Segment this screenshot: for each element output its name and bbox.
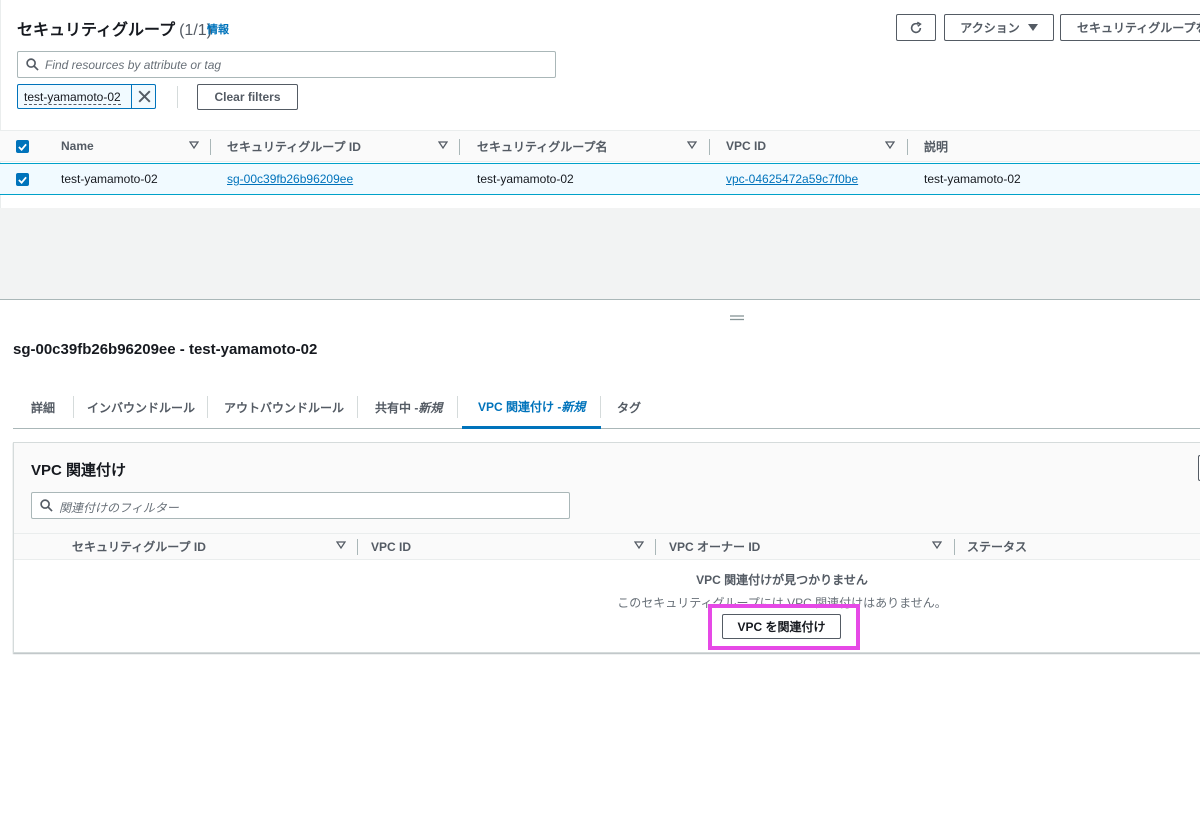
select-all-checkbox[interactable] <box>16 140 29 153</box>
column-header-sg-id[interactable]: セキュリティグループ ID <box>72 534 206 559</box>
vpc-associations-header: VPC 関連付け 関連付けのフィルター <box>14 443 1200 533</box>
row-checkbox[interactable] <box>16 173 29 186</box>
page-title: セキュリティグループ (1/1) <box>17 16 212 40</box>
caret-down-icon <box>1027 23 1038 31</box>
row-sg-name: test-yamamoto-02 <box>477 172 574 186</box>
info-link[interactable]: 情報 <box>207 21 229 37</box>
actions-label: アクション <box>960 21 1020 35</box>
tab-outbound-rules[interactable]: アウトバウンドルール <box>224 386 344 428</box>
column-header-vpc-owner-id[interactable]: VPC オーナー ID <box>669 534 760 559</box>
checkmark-icon <box>18 176 27 184</box>
tab-label: 共有中 - <box>375 400 419 415</box>
detail-tabs: 詳細 インバウンドルール アウトバウンドルール 共有中 - 新規 VPC 関連付… <box>13 386 1200 429</box>
column-header-status[interactable]: ステータス <box>967 534 1027 559</box>
search-icon <box>40 499 53 512</box>
vpc-associations-title: VPC 関連付け <box>31 462 127 479</box>
detail-title: sg-00c39fb26b96209ee - test-yamamoto-02 <box>13 341 318 358</box>
actions-dropdown-button[interactable]: アクション <box>944 14 1054 41</box>
filter-token-label[interactable]: test-yamamoto-02 <box>24 90 121 105</box>
create-security-group-button[interactable]: セキュリティグループを <box>1060 14 1200 41</box>
tab-label: アウトバウンドルール <box>224 400 345 415</box>
close-icon[interactable] <box>136 88 153 105</box>
row-sg-id-link[interactable]: sg-00c39fb26b96209ee <box>227 164 353 194</box>
tab-tags[interactable]: タグ <box>617 386 641 428</box>
tab-new-badge: 新規 <box>561 399 586 414</box>
security-groups-panel: セキュリティグループ (1/1) 情報 アクション セキュリティグループを Fin… <box>0 0 1200 300</box>
sort-icon[interactable] <box>438 140 448 150</box>
column-header-description[interactable]: 説明 <box>924 131 948 161</box>
vpc-associations-panel: VPC 関連付け 関連付けのフィルター セキュリティグループ ID VPC ID… <box>13 442 1200 653</box>
tab-inbound-rules[interactable]: インバウンドルール <box>87 386 195 428</box>
sort-icon[interactable] <box>336 540 346 550</box>
column-header-sg-name[interactable]: セキュリティグループ名 <box>477 131 608 161</box>
search-icon <box>26 58 39 71</box>
associate-vpc-button[interactable]: VPC を関連付け <box>722 614 841 639</box>
row-vpc-id-link[interactable]: vpc-04625472a59c7f0be <box>726 164 858 194</box>
sort-icon[interactable] <box>932 540 942 550</box>
association-filter-placeholder: 関連付けのフィルター <box>59 501 179 515</box>
refresh-icon <box>910 21 922 33</box>
tab-label: VPC 関連付け - <box>478 399 562 414</box>
search-input[interactable]: Find resources by attribute or tag <box>17 51 556 78</box>
refresh-button[interactable] <box>896 14 936 41</box>
column-header-vpc-id[interactable]: VPC ID <box>726 131 766 161</box>
sort-icon[interactable] <box>687 140 697 150</box>
column-header-name[interactable]: Name <box>61 131 94 161</box>
column-header-sg-id[interactable]: セキュリティグループ ID <box>227 131 361 161</box>
row-name: test-yamamoto-02 <box>61 172 158 186</box>
empty-state-description: このセキュリティグループには VPC 関連付けはありません。 <box>617 596 947 610</box>
column-header-vpc-id[interactable]: VPC ID <box>371 534 411 559</box>
tab-details[interactable]: 詳細 <box>31 386 55 428</box>
sort-icon[interactable] <box>885 140 895 150</box>
clear-filters-button[interactable]: Clear filters <box>197 84 298 110</box>
filter-token: test-yamamoto-02 <box>17 84 156 109</box>
panel-resize-handle[interactable] <box>729 314 745 322</box>
checkmark-icon <box>18 143 27 151</box>
tab-label: タグ <box>617 400 642 415</box>
search-placeholder: Find resources by attribute or tag <box>45 58 222 72</box>
row-description: test-yamamoto-02 <box>924 172 1021 186</box>
tab-sharing[interactable]: 共有中 - 新規 <box>375 386 442 428</box>
vpc-associations-table-header: セキュリティグループ ID VPC ID VPC オーナー ID ステータス <box>14 533 1200 560</box>
tab-vpc-associations[interactable]: VPC 関連付け - 新規 <box>462 386 602 429</box>
security-groups-table-container: セキュリティグループ (1/1) 情報 アクション セキュリティグループを Fin… <box>0 0 1200 208</box>
empty-state-title: VPC 関連付けが見つかりません <box>696 573 868 587</box>
table-header: Name セキュリティグループ ID セキュリティグループ名 VPC ID 説明 <box>0 130 1200 162</box>
tab-label: インバウンドルール <box>87 400 196 415</box>
sort-icon[interactable] <box>189 140 199 150</box>
page-title-text: セキュリティグループ <box>17 22 176 39</box>
association-filter-input[interactable]: 関連付けのフィルター <box>31 492 570 519</box>
table-row[interactable]: test-yamamoto-02 sg-00c39fb26b96209ee te… <box>0 163 1200 195</box>
tab-label: 詳細 <box>31 400 56 415</box>
tab-new-badge: 新規 <box>418 400 443 415</box>
sort-icon[interactable] <box>634 540 644 550</box>
